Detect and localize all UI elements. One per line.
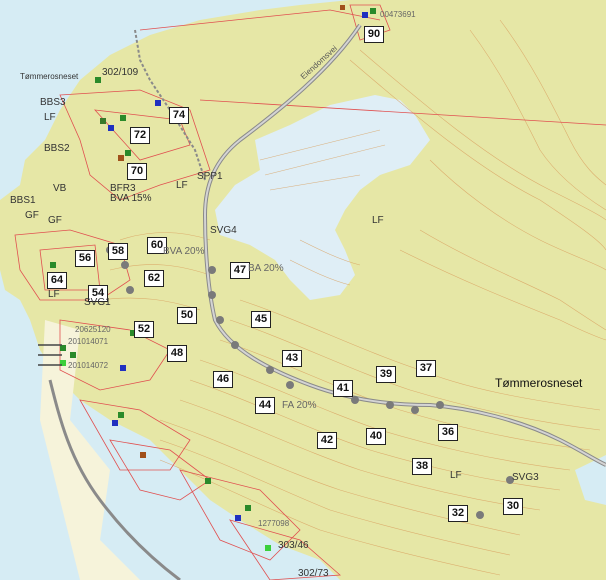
plot-number-36[interactable]: 36 xyxy=(438,424,458,441)
gnr-label-303-46: 303/46 xyxy=(278,540,309,551)
plot-number-47[interactable]: 47 xyxy=(230,262,250,279)
plot-number-44[interactable]: 44 xyxy=(255,397,275,414)
plot-number-58[interactable]: 58 xyxy=(108,243,128,260)
zone-label-svg3: SVG3 xyxy=(512,472,539,483)
plot-number-37[interactable]: 37 xyxy=(416,360,436,377)
plot-number-39[interactable]: 39 xyxy=(376,366,396,383)
place-name-small: Tømmerosneset xyxy=(20,72,79,81)
zone-label-lf-b: LF xyxy=(372,215,384,226)
zone-label-ba-20: BA 20% xyxy=(248,263,284,274)
zone-label-lf-e: LF xyxy=(176,180,188,191)
plot-number-32[interactable]: 32 xyxy=(448,505,468,522)
zone-label-svg1: SVG1 xyxy=(84,297,111,308)
zone-label-bva-20: BVA 20% xyxy=(163,246,205,257)
plot-number-43[interactable]: 43 xyxy=(282,350,302,367)
plot-number-41[interactable]: 41 xyxy=(333,380,353,397)
zone-label-lf-c: LF xyxy=(48,289,60,300)
plot-number-42[interactable]: 42 xyxy=(317,432,337,449)
zone-label-bbs3: BBS3 xyxy=(40,97,66,108)
plot-number-38[interactable]: 38 xyxy=(412,458,432,475)
zone-label-gf-b: GF xyxy=(48,215,62,226)
zone-label-fa-20: FA 20% xyxy=(282,400,317,411)
plot-number-56[interactable]: 56 xyxy=(75,250,95,267)
zone-label-bbs1: BBS1 xyxy=(10,195,36,206)
gnr-label-00473691: 00473691 xyxy=(380,10,416,19)
gnr-label-302-109: 302/109 xyxy=(102,67,139,78)
gnr-label-302-73: 302/73 xyxy=(298,568,329,579)
zone-label-lf-d: LF xyxy=(450,470,462,481)
plot-number-90[interactable]: 90 xyxy=(364,26,384,43)
zone-label-spp1: SPP1 xyxy=(197,171,223,182)
gnr-label-20625120: 20625120 xyxy=(75,325,111,334)
plot-number-52[interactable]: 52 xyxy=(134,321,154,338)
plot-number-46[interactable]: 46 xyxy=(213,371,233,388)
plot-number-74[interactable]: 74 xyxy=(169,107,189,124)
zone-label-bbs2: BBS2 xyxy=(44,143,70,154)
map-canvas[interactable]: 90 74 72 70 60 58 56 64 54 62 47 50 52 4… xyxy=(0,0,606,580)
place-name-tommerosneset: Tømmerosneset xyxy=(495,376,583,390)
plot-number-50[interactable]: 50 xyxy=(177,307,197,324)
plot-number-45[interactable]: 45 xyxy=(251,311,271,328)
gnr-label-201014071: 201014071 xyxy=(68,337,109,346)
gnr-label-1277098: 1277098 xyxy=(258,519,290,528)
zone-label-lf-a: LF xyxy=(44,112,56,123)
zone-label-vb: VB xyxy=(53,183,67,194)
zone-label-bva: BVA 15% xyxy=(110,193,152,204)
plot-number-62[interactable]: 62 xyxy=(144,270,164,287)
plot-number-70[interactable]: 70 xyxy=(127,163,147,180)
plot-number-40[interactable]: 40 xyxy=(366,428,386,445)
plot-number-30[interactable]: 30 xyxy=(503,498,523,515)
zone-label-svg4: SVG4 xyxy=(210,225,237,236)
zone-label-gf-a: GF xyxy=(25,210,39,221)
gnr-label-201014072: 201014072 xyxy=(68,361,109,370)
plot-number-72[interactable]: 72 xyxy=(130,127,150,144)
plot-number-48[interactable]: 48 xyxy=(167,345,187,362)
plot-number-64[interactable]: 64 xyxy=(47,272,67,289)
